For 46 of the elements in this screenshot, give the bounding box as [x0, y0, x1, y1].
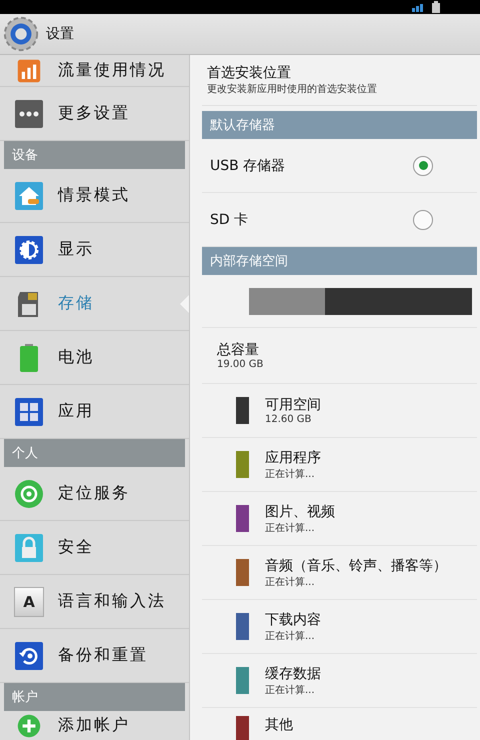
more-icon	[14, 98, 44, 128]
category-name: 图片、视频	[265, 502, 335, 520]
radio-button[interactable]	[413, 210, 433, 230]
install-location-setting[interactable]: 首选安装位置 更改安装新应用时使用的首选安装位置	[202, 55, 477, 106]
setting-summary: 更改安装新应用时使用的首选安装位置	[207, 82, 378, 96]
option-label: USB 存储器	[210, 156, 286, 174]
lock-icon	[14, 532, 44, 562]
category-name: 其他	[265, 716, 293, 734]
section-header: 个人	[4, 439, 185, 467]
restore-icon	[14, 640, 44, 670]
category-name: 应用程序	[265, 448, 321, 466]
sidebar-item[interactable]: 添加帐户	[0, 711, 189, 740]
category-size: 正在计算...	[265, 468, 316, 480]
sidebar-item[interactable]: 情景模式	[0, 169, 189, 223]
category-name: 缓存数据	[265, 664, 321, 682]
option-label: SD 卡	[210, 210, 248, 228]
sidebar-item[interactable]: 定位服务	[0, 467, 189, 521]
category-name: 下载内容	[265, 610, 321, 628]
brightness-icon	[14, 234, 44, 264]
location-icon	[14, 478, 44, 508]
sidebar-item[interactable]: A 语言和输入法	[0, 575, 189, 629]
total-capacity-label: 总容量	[217, 341, 260, 359]
category-size: 正在计算...	[265, 684, 316, 696]
sidebar-item[interactable]: 安全	[0, 521, 189, 575]
setting-title: 首选安装位置	[207, 64, 292, 82]
total-capacity-value: 19.00 GB	[217, 359, 264, 370]
signal-icon	[412, 2, 426, 12]
section-header: 帐户	[4, 683, 185, 711]
battery-icon	[432, 1, 440, 13]
sidebar-item[interactable]: 显示	[0, 223, 189, 277]
category-size: 正在计算...	[265, 522, 316, 534]
section-header: 内部存储空间	[202, 247, 477, 275]
sidebar-item[interactable]: 流量使用情况	[0, 55, 189, 87]
grid-icon	[14, 396, 44, 426]
sidebar-item[interactable]: 电池	[0, 331, 189, 385]
category-size: 正在计算...	[265, 630, 316, 642]
house-icon	[14, 180, 44, 210]
keyboard-key-icon: A	[14, 586, 44, 616]
section-header: 默认存储器	[202, 111, 477, 139]
section-header: 设备	[4, 141, 185, 169]
category-size: 12.60 GB	[265, 414, 312, 425]
radio-button[interactable]	[413, 156, 433, 176]
category-name: 音频（音乐、铃声、播客等）	[265, 556, 447, 574]
app-title: 设置	[46, 25, 74, 43]
category-size: 正在计算...	[265, 576, 316, 588]
category-name: 可用空间	[265, 396, 321, 414]
